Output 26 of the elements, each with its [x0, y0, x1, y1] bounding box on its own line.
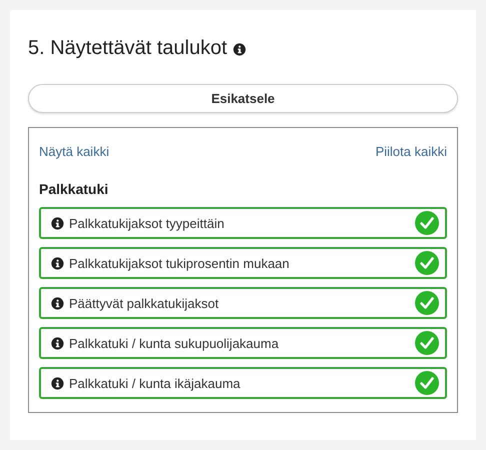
- check-icon: [415, 371, 439, 395]
- check-icon: [415, 251, 439, 275]
- check-icon: [415, 331, 439, 355]
- item-label: Palkkatukijaksot tukiprosentin mukaan: [69, 256, 290, 270]
- item-label: Palkkatukijaksot tyypeittäin: [69, 216, 226, 230]
- info-icon[interactable]: [233, 42, 246, 56]
- table-toggle-item[interactable]: Päättyvät palkkatukijaksot: [39, 287, 447, 319]
- section-title: 5. Näytettävät taulukot: [28, 36, 228, 60]
- table-toggle-item[interactable]: Palkkatukijaksot tyypeittäin: [39, 207, 447, 239]
- group-heading: Palkkatuki: [39, 181, 110, 197]
- item-label: Palkkatuki / kunta ikäjakauma: [69, 376, 242, 390]
- info-icon[interactable]: [51, 216, 64, 230]
- table-toggle-item[interactable]: Palkkatuki / kunta sukupuolijakauma: [39, 327, 447, 359]
- info-icon[interactable]: [51, 296, 64, 310]
- check-icon: [415, 211, 439, 235]
- info-icon[interactable]: [51, 336, 64, 350]
- item-label: Päättyvät palkkatukijaksot: [69, 296, 220, 310]
- info-icon[interactable]: [51, 256, 64, 270]
- table-toggle-item[interactable]: Palkkatuki / kunta ikäjakauma: [39, 367, 447, 399]
- info-icon[interactable]: [51, 376, 64, 390]
- show-all-link[interactable]: Näytä kaikki: [39, 144, 110, 159]
- preview-button[interactable]: Esikatsele: [28, 84, 458, 113]
- hide-all-link[interactable]: Piilota kaikki: [375, 144, 447, 159]
- table-toggle-item[interactable]: Palkkatukijaksot tukiprosentin mukaan: [39, 247, 447, 279]
- item-label: Palkkatuki / kunta sukupuolijakauma: [69, 336, 280, 350]
- check-icon: [415, 291, 439, 315]
